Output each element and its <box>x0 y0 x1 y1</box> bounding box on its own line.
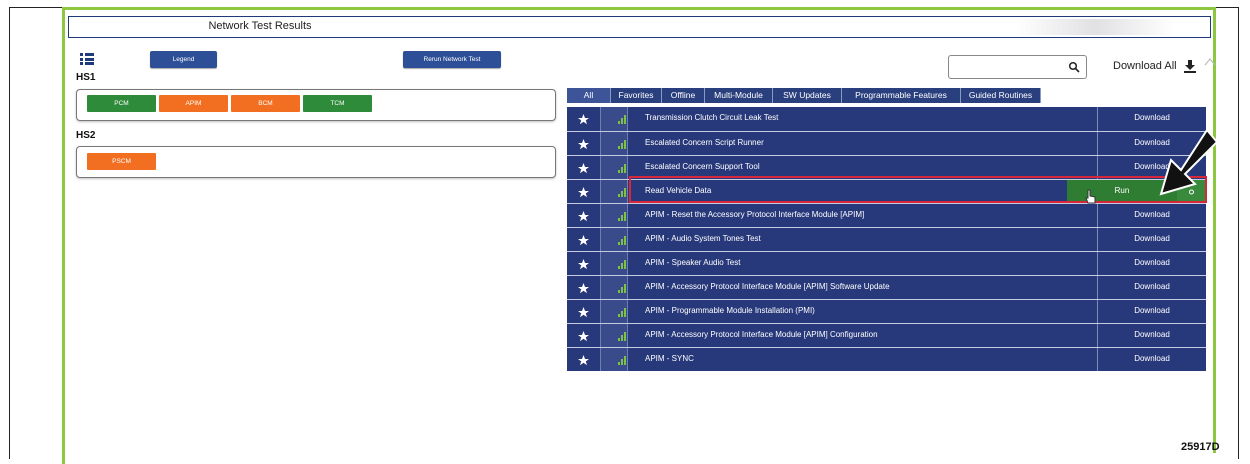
figure-code: 25917D <box>1181 441 1220 453</box>
search-icon[interactable] <box>1068 61 1080 73</box>
group-label-hs2: HS2 <box>76 130 96 141</box>
favorite-star-icon[interactable] <box>567 228 600 251</box>
signal-strength-icon <box>600 156 628 179</box>
legend-button[interactable]: Legend <box>150 51 217 68</box>
table-row[interactable]: APIM - Accessory Protocol Interface Modu… <box>567 323 1206 347</box>
signal-strength-icon <box>600 300 628 323</box>
tab-multi-module[interactable]: Multi-Module <box>705 88 773 103</box>
callout-arrow-icon <box>1159 128 1219 196</box>
module-button-tcm[interactable]: TCM <box>303 95 372 112</box>
signal-strength-icon <box>600 180 628 203</box>
download-button[interactable]: Download <box>1097 276 1206 299</box>
frame-green-right <box>1213 7 1216 453</box>
table-row[interactable]: APIM - Speaker Audio Test Download <box>567 251 1206 275</box>
tab-sw-updates[interactable]: SW Updates <box>773 88 842 103</box>
signal-strength-icon <box>600 276 628 299</box>
table-row[interactable]: APIM - Audio System Tones Test Download <box>567 227 1206 251</box>
tab-offline[interactable]: Offline <box>662 88 705 103</box>
table-row[interactable]: APIM - Accessory Protocol Interface Modu… <box>567 275 1206 299</box>
routine-name: APIM - Accessory Protocol Interface Modu… <box>645 282 890 291</box>
group-label-hs1: HS1 <box>76 72 96 83</box>
frame-green-top <box>62 7 1216 10</box>
tab-guided-routines[interactable]: Guided Routines <box>961 88 1041 103</box>
routine-name: Escalated Concern Support Tool <box>645 162 760 171</box>
favorite-star-icon[interactable] <box>567 156 600 179</box>
favorite-star-icon[interactable] <box>567 324 600 347</box>
highlight-box <box>629 176 1207 203</box>
favorite-star-icon[interactable] <box>567 348 600 371</box>
tab-favorites[interactable]: Favorites <box>611 88 662 103</box>
hand-cursor-icon <box>1085 189 1096 204</box>
signal-strength-icon <box>600 228 628 251</box>
scroll-up-icon[interactable] <box>1204 57 1216 66</box>
favorite-star-icon[interactable] <box>567 252 600 275</box>
routine-name: APIM - Speaker Audio Test <box>645 258 741 267</box>
signal-strength-icon <box>600 252 628 275</box>
module-button-pcm[interactable]: PCM <box>87 95 156 112</box>
favorite-star-icon[interactable] <box>567 180 600 203</box>
frame-green-left <box>62 7 65 464</box>
download-button[interactable]: Download <box>1097 252 1206 275</box>
download-button[interactable]: Download <box>1097 324 1206 347</box>
table-row[interactable]: APIM - SYNC Download <box>567 347 1206 371</box>
table-row[interactable]: Transmission Clutch Circuit Leak Test Dow… <box>567 107 1206 131</box>
tab-programmable-features[interactable]: Programmable Features <box>842 88 961 103</box>
signal-strength-icon <box>600 204 628 227</box>
signal-strength-icon <box>600 132 628 155</box>
tab-all[interactable]: All <box>567 88 611 103</box>
page-title: Network Test Results <box>208 20 312 32</box>
download-all-link[interactable]: Download All <box>1113 60 1177 72</box>
module-button-bcm[interactable]: BCM <box>231 95 300 112</box>
favorite-star-icon[interactable] <box>567 276 600 299</box>
table-row[interactable]: APIM - Reset the Accessory Protocol Inte… <box>567 203 1206 227</box>
download-icon[interactable] <box>1183 59 1197 73</box>
signal-strength-icon <box>600 348 628 371</box>
table-row[interactable]: APIM - Programmable Module Installation … <box>567 299 1206 323</box>
table-row[interactable]: Escalated Concern Script Runner Download <box>567 131 1206 155</box>
download-button[interactable]: Download <box>1097 300 1206 323</box>
routine-name: APIM - SYNC <box>645 354 694 363</box>
routine-name: Transmission Clutch Circuit Leak Test <box>645 113 779 122</box>
title-bar: Network Test Results <box>68 16 1211 38</box>
download-button[interactable]: Download <box>1097 348 1206 371</box>
favorite-star-icon[interactable] <box>567 107 600 131</box>
module-button-apim[interactable]: APIM <box>159 95 228 112</box>
routine-name: APIM - Accessory Protocol Interface Modu… <box>645 330 878 339</box>
signal-strength-icon <box>600 324 628 347</box>
title-glare <box>1015 19 1175 35</box>
download-button[interactable]: Download <box>1097 204 1206 227</box>
list-menu-icon[interactable] <box>80 53 94 65</box>
routine-name: Escalated Concern Script Runner <box>645 138 764 147</box>
module-button-pscm[interactable]: PSCM <box>87 153 156 170</box>
favorite-star-icon[interactable] <box>567 300 600 323</box>
download-button[interactable]: Download <box>1097 228 1206 251</box>
routine-name: APIM - Programmable Module Installation … <box>645 306 815 315</box>
favorite-star-icon[interactable] <box>567 204 600 227</box>
rerun-network-test-button[interactable]: Rerun Network Test <box>403 51 501 68</box>
signal-strength-icon <box>600 107 628 131</box>
search-input[interactable] <box>948 55 1087 79</box>
favorite-star-icon[interactable] <box>567 132 600 155</box>
routine-name: APIM - Reset the Accessory Protocol Inte… <box>645 210 865 219</box>
routine-name: APIM - Audio System Tones Test <box>645 234 761 243</box>
